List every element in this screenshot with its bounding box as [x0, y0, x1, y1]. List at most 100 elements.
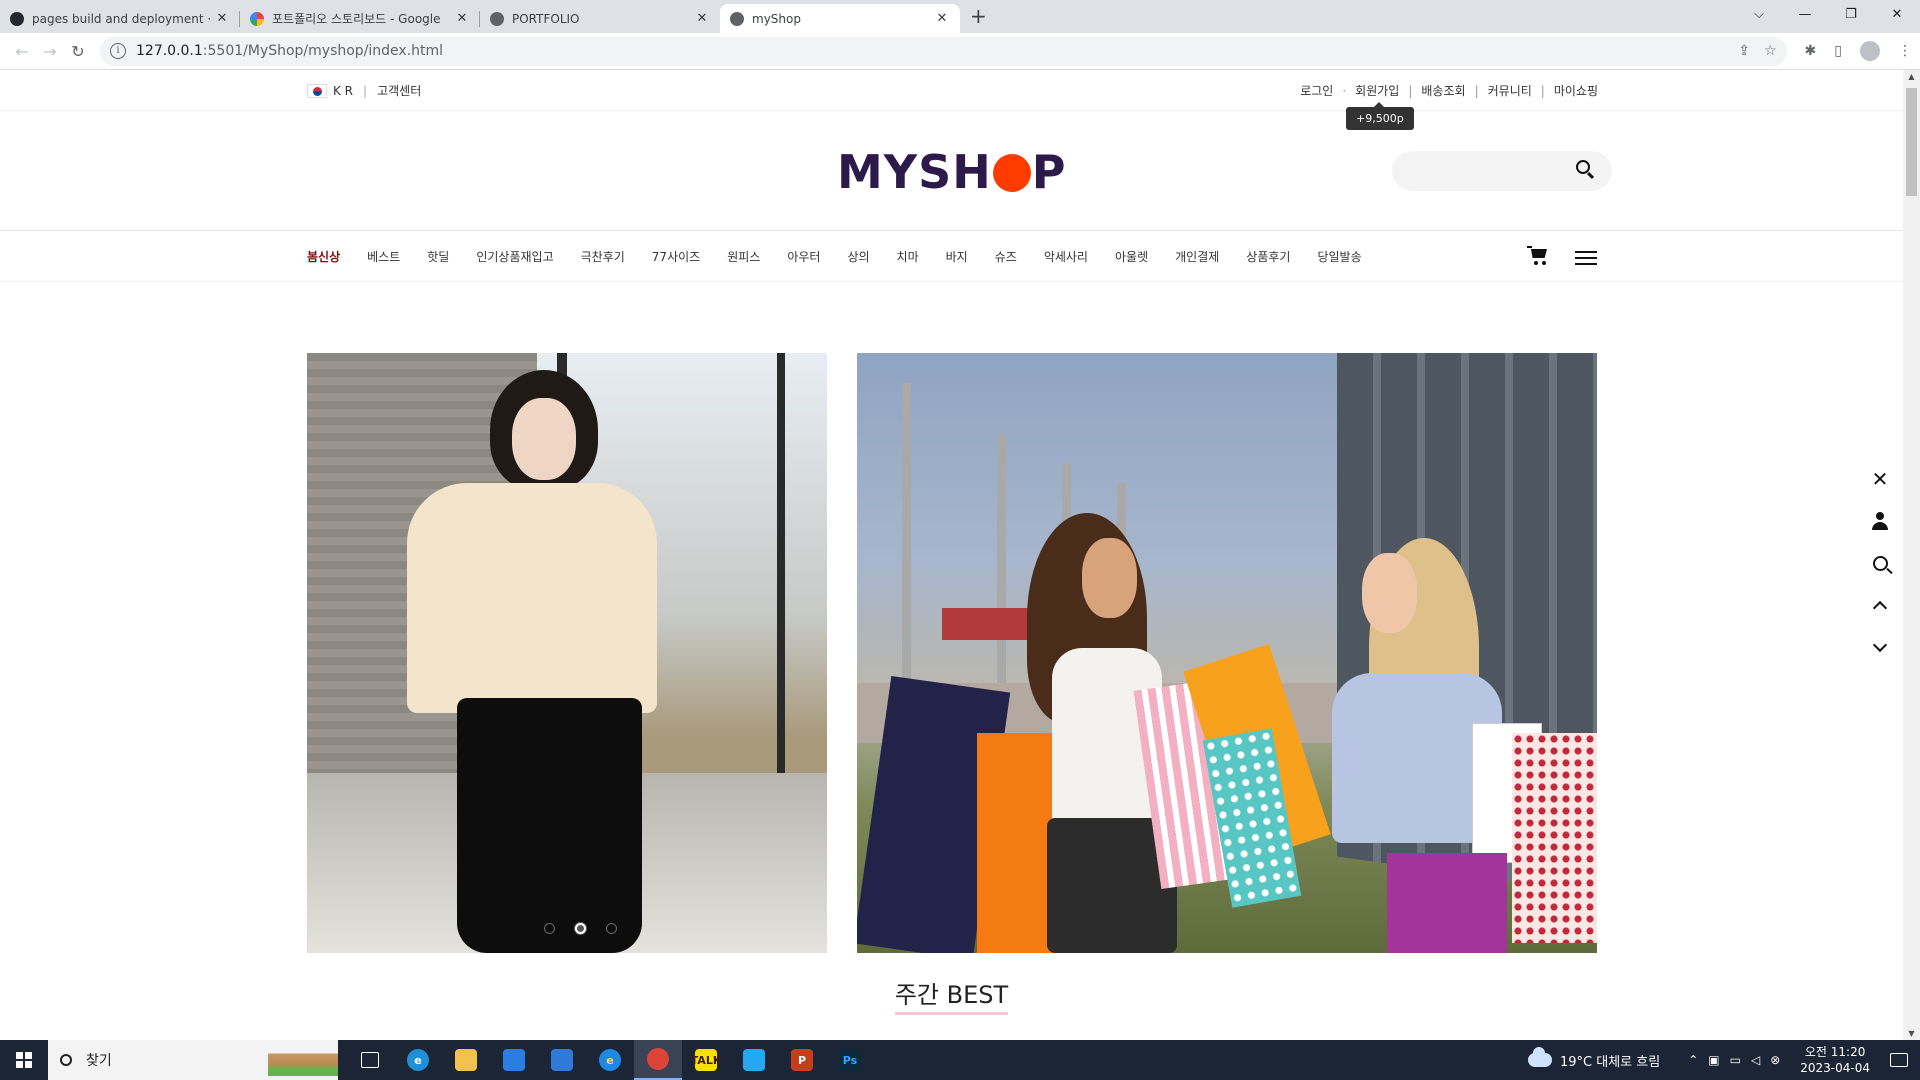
- windows-taskbar: 찾기 e e TALK P Ps 19°C 대체로 흐림 ⌃ ▣ ▭ ◁ ⊗ 오전 11…: [0, 1040, 1920, 1080]
- site-logo[interactable]: MYSH P: [837, 145, 1066, 199]
- slider-dot[interactable]: [606, 923, 617, 934]
- system-tray: ⌃ ▣ ▭ ◁ ⊗: [1688, 1053, 1780, 1067]
- chevron-down-icon[interactable]: [1860, 626, 1900, 668]
- hamburger-menu-icon[interactable]: [1575, 251, 1597, 269]
- weekly-best-section: 주간 BEST: [0, 975, 1903, 1015]
- side-panel-icon[interactable]: ▯: [1834, 43, 1842, 59]
- ime-icon[interactable]: ⊗: [1770, 1053, 1780, 1067]
- divider: ·: [1342, 83, 1347, 98]
- browser-tab[interactable]: PORTFOLIO ✕: [480, 4, 720, 33]
- scroll-up-arrow[interactable]: ▲: [1903, 72, 1920, 81]
- bookmark-star-icon[interactable]: ☆: [1764, 43, 1777, 59]
- taskbar-app-mail[interactable]: [538, 1040, 586, 1080]
- close-tab-icon[interactable]: ✕: [454, 11, 470, 26]
- taskbar-app-file-explorer[interactable]: [442, 1040, 490, 1080]
- nav-item[interactable]: 상의: [847, 248, 869, 265]
- nav-item[interactable]: 상품후기: [1246, 248, 1290, 265]
- share-icon[interactable]: ⇪: [1738, 43, 1750, 59]
- taskbar-search[interactable]: 찾기: [48, 1040, 338, 1080]
- nav-item[interactable]: 극찬후기: [581, 248, 625, 265]
- url-path: :5501/MyShop/myshop/index.html: [202, 43, 444, 59]
- search-icon[interactable]: [1576, 160, 1590, 174]
- taskbar-clock[interactable]: 오전 11:20 2023-04-04: [1800, 1044, 1870, 1076]
- new-tab-icon[interactable]: +: [970, 4, 987, 28]
- nav-item[interactable]: 당일발송: [1317, 248, 1361, 265]
- taskbar-app-task-view[interactable]: [346, 1040, 394, 1080]
- extensions-icon[interactable]: ✱: [1805, 43, 1817, 59]
- taskbar-app-store[interactable]: [490, 1040, 538, 1080]
- close-tab-icon[interactable]: ✕: [694, 11, 710, 26]
- tray-device-icon[interactable]: ▣: [1708, 1053, 1719, 1067]
- tray-chevron-icon[interactable]: ⌃: [1688, 1053, 1698, 1067]
- slider-dot[interactable]: [544, 923, 555, 934]
- nav-item[interactable]: 바지: [946, 248, 968, 265]
- taskbar-app-edge[interactable]: e: [394, 1040, 442, 1080]
- tab-title: myShop: [752, 11, 801, 26]
- browser-tab[interactable]: 포트폴리오 스토리보드 - Google ✕: [240, 4, 480, 33]
- search-icon[interactable]: [1860, 542, 1900, 584]
- user-icon[interactable]: [1860, 500, 1900, 542]
- quick-menu: ✕: [1860, 458, 1900, 668]
- back-icon[interactable]: ←: [8, 42, 36, 61]
- volume-icon[interactable]: ◁: [1751, 1053, 1760, 1067]
- url-bar[interactable]: i 127.0.0.1:5501/MyShop/myshop/index.htm…: [100, 36, 1787, 66]
- taskbar-app-powerpoint[interactable]: P: [778, 1040, 826, 1080]
- notification-icon[interactable]: [1890, 1053, 1908, 1067]
- cart-icon[interactable]: [1527, 246, 1549, 266]
- forward-icon[interactable]: →: [36, 42, 64, 61]
- korea-flag-icon: [307, 83, 327, 98]
- weather-widget[interactable]: 19°C 대체로 흐림: [1528, 1047, 1661, 1070]
- nav-item[interactable]: 원피스: [727, 248, 760, 265]
- weather-text: 19°C 대체로 흐림: [1560, 1054, 1661, 1070]
- taskbar-app-photoshop[interactable]: Ps: [826, 1040, 874, 1080]
- close-icon[interactable]: ✕: [1860, 458, 1900, 500]
- banner-image-shopping[interactable]: [857, 353, 1597, 953]
- windows-start-icon[interactable]: [0, 1040, 48, 1080]
- taskbar-app-vscode[interactable]: [730, 1040, 778, 1080]
- customer-center-link[interactable]: 고객센터: [377, 82, 421, 99]
- address-toolbar: ← → ↻ i 127.0.0.1:5501/MyShop/myshop/ind…: [0, 33, 1920, 70]
- taskbar-app-chrome[interactable]: [634, 1040, 682, 1080]
- scrollbar-thumb[interactable]: [1906, 88, 1917, 196]
- language-selector[interactable]: K R: [333, 84, 353, 98]
- minimize-icon[interactable]: —: [1782, 0, 1828, 30]
- scroll-down-arrow[interactable]: ▼: [1903, 1029, 1920, 1038]
- nav-item[interactable]: 베스트: [367, 248, 400, 265]
- search-icon: [60, 1054, 72, 1066]
- nav-item[interactable]: 개인결제: [1175, 248, 1219, 265]
- nav-item[interactable]: 77사이즈: [652, 248, 700, 265]
- nav-item[interactable]: 아울렛: [1115, 248, 1148, 265]
- nav-item[interactable]: 핫딜: [427, 248, 449, 265]
- browser-tab-active[interactable]: myShop ✕: [720, 4, 960, 33]
- site-info-icon[interactable]: i: [110, 43, 126, 59]
- profile-avatar[interactable]: [1860, 41, 1880, 61]
- search-input[interactable]: [1392, 151, 1612, 191]
- browser-menu-icon[interactable]: ⋮: [1898, 43, 1912, 59]
- nav-item[interactable]: 악세사리: [1044, 248, 1088, 265]
- taskbar-search-label: 찾기: [86, 1053, 112, 1069]
- nav-item[interactable]: 슈즈: [995, 248, 1017, 265]
- nav-item[interactable]: 치마: [897, 248, 919, 265]
- chevron-up-icon[interactable]: [1860, 584, 1900, 626]
- slider-dot[interactable]: [575, 923, 586, 934]
- taskbar-app-ie[interactable]: e: [586, 1040, 634, 1080]
- reload-icon[interactable]: ↻: [64, 42, 92, 61]
- close-tab-icon[interactable]: ✕: [214, 11, 230, 26]
- nav-item[interactable]: 아우터: [787, 248, 820, 265]
- banner-image-model[interactable]: [307, 353, 827, 953]
- tab-search-icon[interactable]: ⌵: [1736, 0, 1782, 30]
- my-shopping-link[interactable]: 마이쇼핑: [1554, 82, 1598, 99]
- nav-item[interactable]: 인기상품재입고: [476, 248, 553, 265]
- login-link[interactable]: 로그인: [1300, 82, 1333, 99]
- browser-tab[interactable]: pages build and deployment · v ✕: [0, 4, 240, 33]
- close-window-icon[interactable]: ✕: [1874, 0, 1920, 30]
- page-scrollbar[interactable]: ▲ ▼: [1903, 70, 1920, 1040]
- close-tab-icon[interactable]: ✕: [934, 11, 950, 26]
- restore-icon[interactable]: ❐: [1828, 0, 1874, 30]
- order-tracking-link[interactable]: 배송조회: [1421, 82, 1465, 99]
- taskbar-app-kakaotalk[interactable]: TALK: [682, 1040, 730, 1080]
- community-link[interactable]: 커뮤니티: [1488, 82, 1532, 99]
- signup-link[interactable]: 회원가입: [1355, 82, 1399, 99]
- nav-item[interactable]: 봄신상: [307, 248, 340, 265]
- network-icon[interactable]: ▭: [1730, 1053, 1741, 1067]
